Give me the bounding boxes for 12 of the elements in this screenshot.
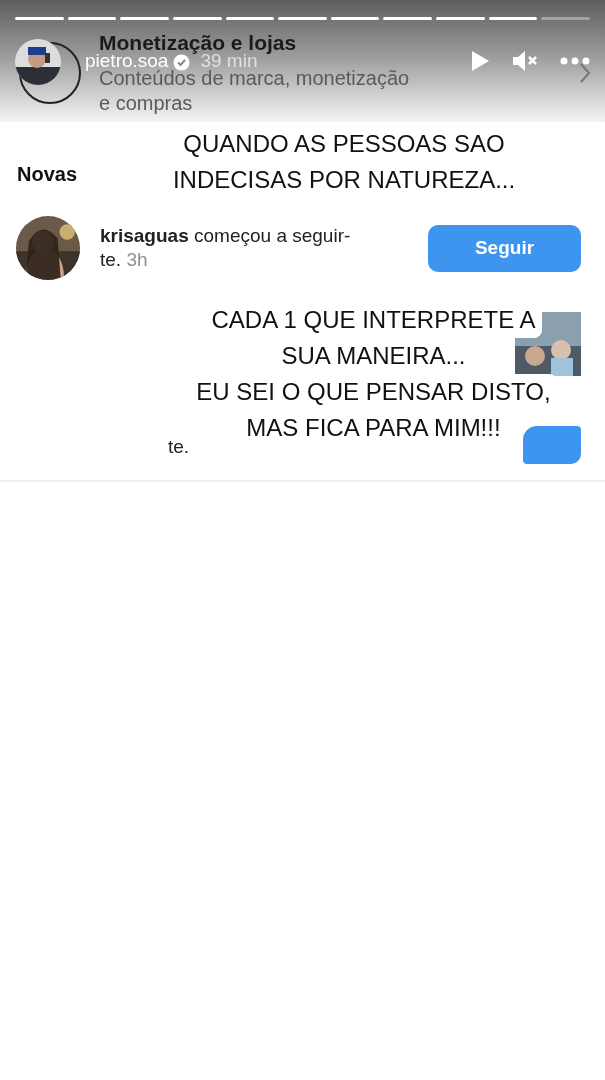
more-icon[interactable] — [560, 57, 590, 65]
caption-text: INDECISAS POR NATUREZA... — [171, 165, 517, 195]
caption-text: QUANDO AS PESSOAS SAO — [182, 129, 506, 159]
section-heading: Novas — [17, 163, 78, 186]
button-fragment — [523, 426, 581, 464]
play-icon[interactable] — [470, 50, 490, 72]
section-subtitle: e compras — [99, 91, 194, 116]
text-fragment: te. — [168, 436, 190, 458]
chevron-right-icon — [579, 62, 591, 84]
notification-text: krisaguas começou a seguir-te. 3h — [100, 224, 352, 272]
follow-button[interactable]: Seguir — [428, 224, 581, 272]
mute-icon[interactable] — [512, 50, 538, 72]
